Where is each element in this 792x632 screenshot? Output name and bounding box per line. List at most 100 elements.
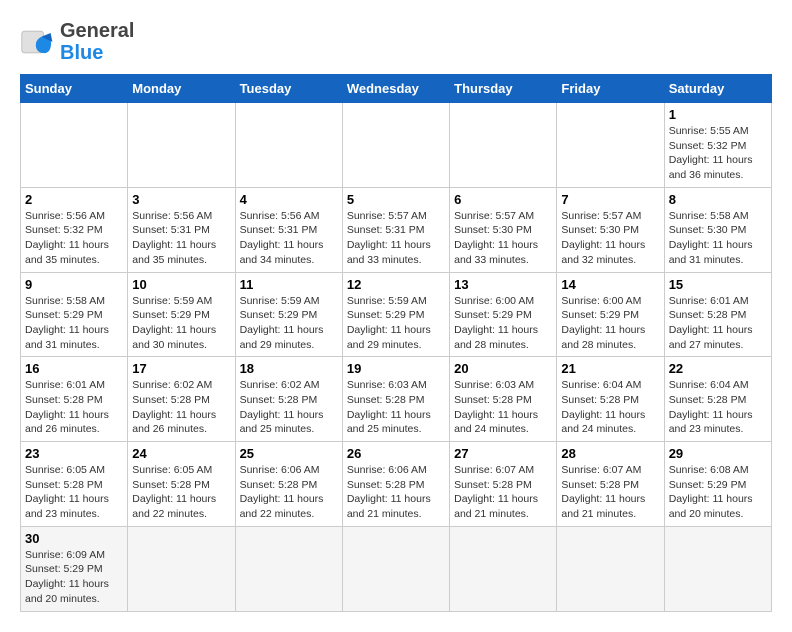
calendar-cell: 12 Sunrise: 5:59 AM Sunset: 5:29 PM Dayli…	[342, 272, 449, 357]
calendar-cell	[342, 103, 449, 188]
day-number: 11	[240, 277, 338, 292]
calendar-cell: 15Sunrise: 6:01 AM Sunset: 5:28 PM Dayli…	[664, 272, 771, 357]
day-number: 25	[240, 446, 338, 461]
calendar-cell: 23Sunrise: 6:05 AM Sunset: 5:28 PM Dayli…	[21, 442, 128, 527]
calendar-cell	[128, 103, 235, 188]
day-info: Sunrise: 6:05 AM Sunset: 5:28 PM Dayligh…	[25, 463, 123, 522]
logo-text: General	[60, 20, 134, 42]
day-info: Sunrise: 5:59 AM Sunset: 5:29 PM Dayligh…	[132, 294, 230, 353]
calendar-cell	[557, 526, 664, 611]
calendar-cell: 5 Sunrise: 5:57 AM Sunset: 5:31 PM Daylig…	[342, 187, 449, 272]
day-info: Sunrise: 5:57 AM Sunset: 5:30 PM Dayligh…	[561, 209, 659, 268]
day-info: Sunrise: 6:05 AM Sunset: 5:28 PM Dayligh…	[132, 463, 230, 522]
day-of-week-sunday: Sunday	[21, 75, 128, 103]
day-of-week-wednesday: Wednesday	[342, 75, 449, 103]
day-info: Sunrise: 6:01 AM Sunset: 5:28 PM Dayligh…	[669, 294, 767, 353]
calendar-cell	[450, 526, 557, 611]
calendar-cell: 14 Sunrise: 6:00 AM Sunset: 5:29 PM Dayli…	[557, 272, 664, 357]
day-info: Sunrise: 5:59 AM Sunset: 5:29 PM Dayligh…	[347, 294, 445, 353]
day-info: Sunrise: 6:01 AM Sunset: 5:28 PM Dayligh…	[25, 378, 123, 437]
day-number: 12	[347, 277, 445, 292]
week-row-1: 1 Sunrise: 5:55 AM Sunset: 5:32 PM Daylig…	[21, 103, 772, 188]
calendar-cell: 20 Sunrise: 6:03 AM Sunset: 5:28 PM Dayli…	[450, 357, 557, 442]
day-number: 20	[454, 361, 552, 376]
page-header: General Blue	[20, 20, 772, 64]
calendar-cell	[235, 526, 342, 611]
day-number: 27	[454, 446, 552, 461]
day-of-week-saturday: Saturday	[664, 75, 771, 103]
day-number: 28	[561, 446, 659, 461]
calendar-cell	[128, 526, 235, 611]
calendar-cell: 4Sunrise: 5:56 AM Sunset: 5:31 PM Daylig…	[235, 187, 342, 272]
day-number: 30	[25, 531, 123, 546]
day-number: 13	[454, 277, 552, 292]
day-info: Sunrise: 5:55 AM Sunset: 5:32 PM Dayligh…	[669, 124, 767, 183]
day-number: 21	[561, 361, 659, 376]
day-of-week-thursday: Thursday	[450, 75, 557, 103]
day-info: Sunrise: 6:08 AM Sunset: 5:29 PM Dayligh…	[669, 463, 767, 522]
day-number: 26	[347, 446, 445, 461]
logo-blue-text: Blue	[60, 42, 134, 64]
week-row-3: 9 Sunrise: 5:58 AM Sunset: 5:29 PM Daylig…	[21, 272, 772, 357]
day-number: 9	[25, 277, 123, 292]
calendar-cell: 26Sunrise: 6:06 AM Sunset: 5:28 PM Dayli…	[342, 442, 449, 527]
day-number: 18	[240, 361, 338, 376]
calendar-cell: 27 Sunrise: 6:07 AM Sunset: 5:28 PM Dayli…	[450, 442, 557, 527]
day-number: 4	[240, 192, 338, 207]
calendar-cell: 22Sunrise: 6:04 AM Sunset: 5:28 PM Dayli…	[664, 357, 771, 442]
day-info: Sunrise: 6:03 AM Sunset: 5:28 PM Dayligh…	[454, 378, 552, 437]
day-info: Sunrise: 6:02 AM Sunset: 5:28 PM Dayligh…	[132, 378, 230, 437]
day-number: 29	[669, 446, 767, 461]
week-row-4: 16 Sunrise: 6:01 AM Sunset: 5:28 PM Dayli…	[21, 357, 772, 442]
day-info: Sunrise: 6:00 AM Sunset: 5:29 PM Dayligh…	[561, 294, 659, 353]
day-info: Sunrise: 6:02 AM Sunset: 5:28 PM Dayligh…	[240, 378, 338, 437]
day-of-week-monday: Monday	[128, 75, 235, 103]
day-of-week-tuesday: Tuesday	[235, 75, 342, 103]
calendar-cell: 2 Sunrise: 5:56 AM Sunset: 5:32 PM Daylig…	[21, 187, 128, 272]
day-number: 1	[669, 107, 767, 122]
day-info: Sunrise: 6:07 AM Sunset: 5:28 PM Dayligh…	[454, 463, 552, 522]
calendar-cell: 16 Sunrise: 6:01 AM Sunset: 5:28 PM Dayli…	[21, 357, 128, 442]
day-info: Sunrise: 5:57 AM Sunset: 5:31 PM Dayligh…	[347, 209, 445, 268]
day-number: 2	[25, 192, 123, 207]
day-info: Sunrise: 5:59 AM Sunset: 5:29 PM Dayligh…	[240, 294, 338, 353]
calendar-cell	[342, 526, 449, 611]
day-info: Sunrise: 5:58 AM Sunset: 5:29 PM Dayligh…	[25, 294, 123, 353]
calendar-cell: 11 Sunrise: 5:59 AM Sunset: 5:29 PM Dayli…	[235, 272, 342, 357]
day-info: Sunrise: 5:56 AM Sunset: 5:32 PM Dayligh…	[25, 209, 123, 268]
day-number: 14	[561, 277, 659, 292]
day-info: Sunrise: 5:56 AM Sunset: 5:31 PM Dayligh…	[132, 209, 230, 268]
day-number: 24	[132, 446, 230, 461]
calendar-cell: 18 Sunrise: 6:02 AM Sunset: 5:28 PM Dayli…	[235, 357, 342, 442]
calendar-cell	[557, 103, 664, 188]
day-info: Sunrise: 5:58 AM Sunset: 5:30 PM Dayligh…	[669, 209, 767, 268]
day-of-week-friday: Friday	[557, 75, 664, 103]
general-blue-icon	[20, 24, 56, 60]
day-number: 5	[347, 192, 445, 207]
day-info: Sunrise: 6:04 AM Sunset: 5:28 PM Dayligh…	[561, 378, 659, 437]
calendar-cell: 9 Sunrise: 5:58 AM Sunset: 5:29 PM Daylig…	[21, 272, 128, 357]
calendar-table: SundayMondayTuesdayWednesdayThursdayFrid…	[20, 74, 772, 612]
day-number: 16	[25, 361, 123, 376]
calendar-cell: 10 Sunrise: 5:59 AM Sunset: 5:29 PM Dayli…	[128, 272, 235, 357]
calendar-cell: 6Sunrise: 5:57 AM Sunset: 5:30 PM Daylig…	[450, 187, 557, 272]
day-info: Sunrise: 6:06 AM Sunset: 5:28 PM Dayligh…	[240, 463, 338, 522]
week-row-5: 23Sunrise: 6:05 AM Sunset: 5:28 PM Dayli…	[21, 442, 772, 527]
day-info: Sunrise: 6:04 AM Sunset: 5:28 PM Dayligh…	[669, 378, 767, 437]
day-info: Sunrise: 6:00 AM Sunset: 5:29 PM Dayligh…	[454, 294, 552, 353]
calendar-cell: 19Sunrise: 6:03 AM Sunset: 5:28 PM Dayli…	[342, 357, 449, 442]
calendar-cell	[235, 103, 342, 188]
calendar-cell: 25 Sunrise: 6:06 AM Sunset: 5:28 PM Dayli…	[235, 442, 342, 527]
day-number: 6	[454, 192, 552, 207]
calendar-cell: 3Sunrise: 5:56 AM Sunset: 5:31 PM Daylig…	[128, 187, 235, 272]
day-number: 10	[132, 277, 230, 292]
day-info: Sunrise: 6:09 AM Sunset: 5:29 PM Dayligh…	[25, 548, 123, 607]
day-number: 19	[347, 361, 445, 376]
calendar-cell: 29 Sunrise: 6:08 AM Sunset: 5:29 PM Dayli…	[664, 442, 771, 527]
day-number: 7	[561, 192, 659, 207]
day-info: Sunrise: 6:07 AM Sunset: 5:28 PM Dayligh…	[561, 463, 659, 522]
calendar-cell: 30 Sunrise: 6:09 AM Sunset: 5:29 PM Dayli…	[21, 526, 128, 611]
calendar-body: 1 Sunrise: 5:55 AM Sunset: 5:32 PM Daylig…	[21, 103, 772, 612]
calendar-cell: 7 Sunrise: 5:57 AM Sunset: 5:30 PM Daylig…	[557, 187, 664, 272]
calendar-cell: 1 Sunrise: 5:55 AM Sunset: 5:32 PM Daylig…	[664, 103, 771, 188]
